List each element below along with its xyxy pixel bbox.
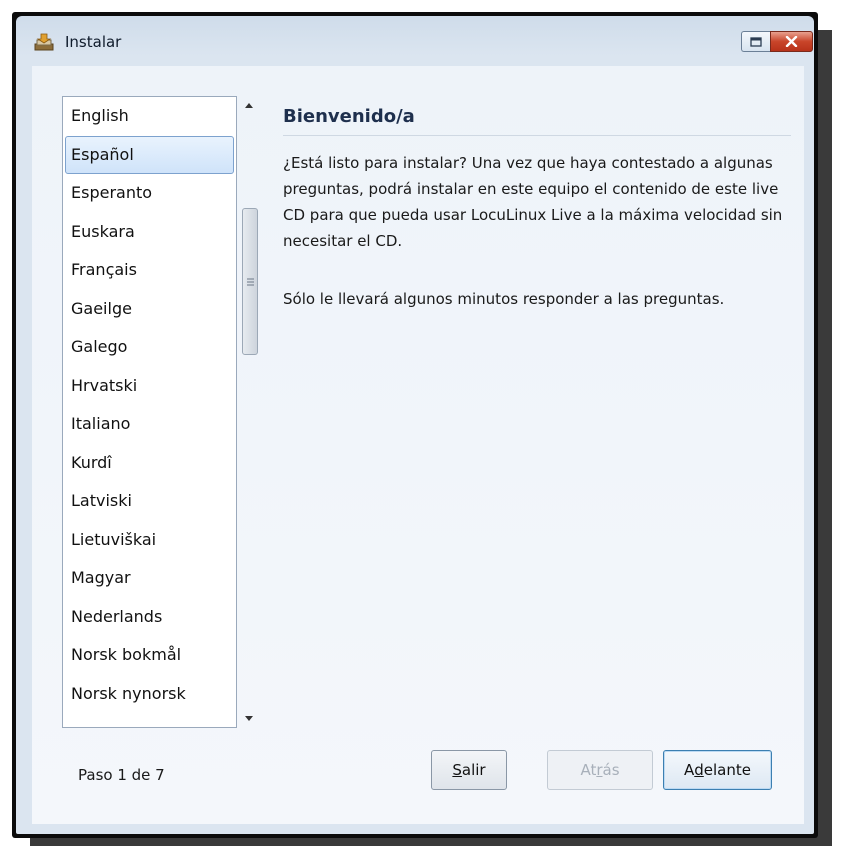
scroll-grip-icon xyxy=(246,278,254,285)
next-label-rest: elante xyxy=(703,761,751,779)
language-list-scrollbar[interactable] xyxy=(239,96,259,728)
language-item[interactable]: Français xyxy=(65,251,234,290)
scroll-down-button[interactable] xyxy=(239,710,259,728)
language-item[interactable]: Norsk nynorsk xyxy=(65,675,234,714)
window-controls xyxy=(741,31,813,52)
back-button: At r ás xyxy=(547,750,653,790)
maximize-icon xyxy=(750,36,762,47)
scroll-up-arrow-icon xyxy=(245,103,253,108)
next-label-prefix: A xyxy=(683,761,695,779)
time-note-paragraph: Sólo le llevará algunos minutos responde… xyxy=(283,290,725,308)
dialog-client-area: English Español Esperanto Euskara Français Ga… xyxy=(32,66,804,824)
language-item[interactable]: Galego xyxy=(65,328,234,367)
window-title: Instalar xyxy=(65,33,122,51)
window-frame: Instalar English Español Esperanto Euskara F… xyxy=(16,16,814,834)
language-item[interactable]: Lietuviškai xyxy=(65,521,234,560)
language-item[interactable]: Español xyxy=(65,135,234,174)
intro-paragraph: ¿Está listo para instalar? Una vez que h… xyxy=(283,154,783,250)
language-item[interactable]: Nederlands xyxy=(65,598,234,637)
language-item[interactable]: Hrvatski xyxy=(65,367,234,406)
installer-window: Instalar English Español Esperanto Euskara F… xyxy=(12,12,818,838)
scroll-down-arrow-icon xyxy=(245,716,253,721)
quit-label-rest: alir xyxy=(461,761,486,779)
language-item[interactable]: English xyxy=(65,97,234,136)
close-icon xyxy=(785,36,798,47)
language-item[interactable]: Esperanto xyxy=(65,174,234,213)
language-item[interactable]: Magyar xyxy=(65,559,234,598)
next-mnemonic: d xyxy=(694,761,704,779)
step-indicator: Paso 1 de 7 xyxy=(78,766,165,784)
language-item[interactable]: Latviski xyxy=(65,482,234,521)
title-bar[interactable]: Instalar xyxy=(16,16,814,66)
back-label-prefix: At xyxy=(580,761,597,779)
close-button[interactable] xyxy=(770,31,813,52)
quit-mnemonic: S xyxy=(452,761,462,779)
scroll-up-button[interactable] xyxy=(239,96,259,114)
installer-icon xyxy=(34,33,54,51)
next-button[interactable]: Ad elante xyxy=(663,750,772,790)
heading-separator xyxy=(283,135,791,136)
maximize-button[interactable] xyxy=(741,31,770,52)
language-item[interactable]: Kurdî xyxy=(65,444,234,483)
language-item[interactable]: Norsk bokmål xyxy=(65,636,234,675)
language-item[interactable]: Gaeilge xyxy=(65,290,234,329)
language-list[interactable]: English Español Esperanto Euskara Français Ga… xyxy=(62,96,237,728)
scroll-thumb[interactable] xyxy=(242,208,258,355)
quit-button[interactable]: Salir xyxy=(431,750,507,790)
back-label-rest: ás xyxy=(602,761,620,779)
language-item[interactable]: Italiano xyxy=(65,405,234,444)
page-heading: Bienvenido/a xyxy=(283,106,415,127)
language-item[interactable]: Euskara xyxy=(65,213,234,252)
